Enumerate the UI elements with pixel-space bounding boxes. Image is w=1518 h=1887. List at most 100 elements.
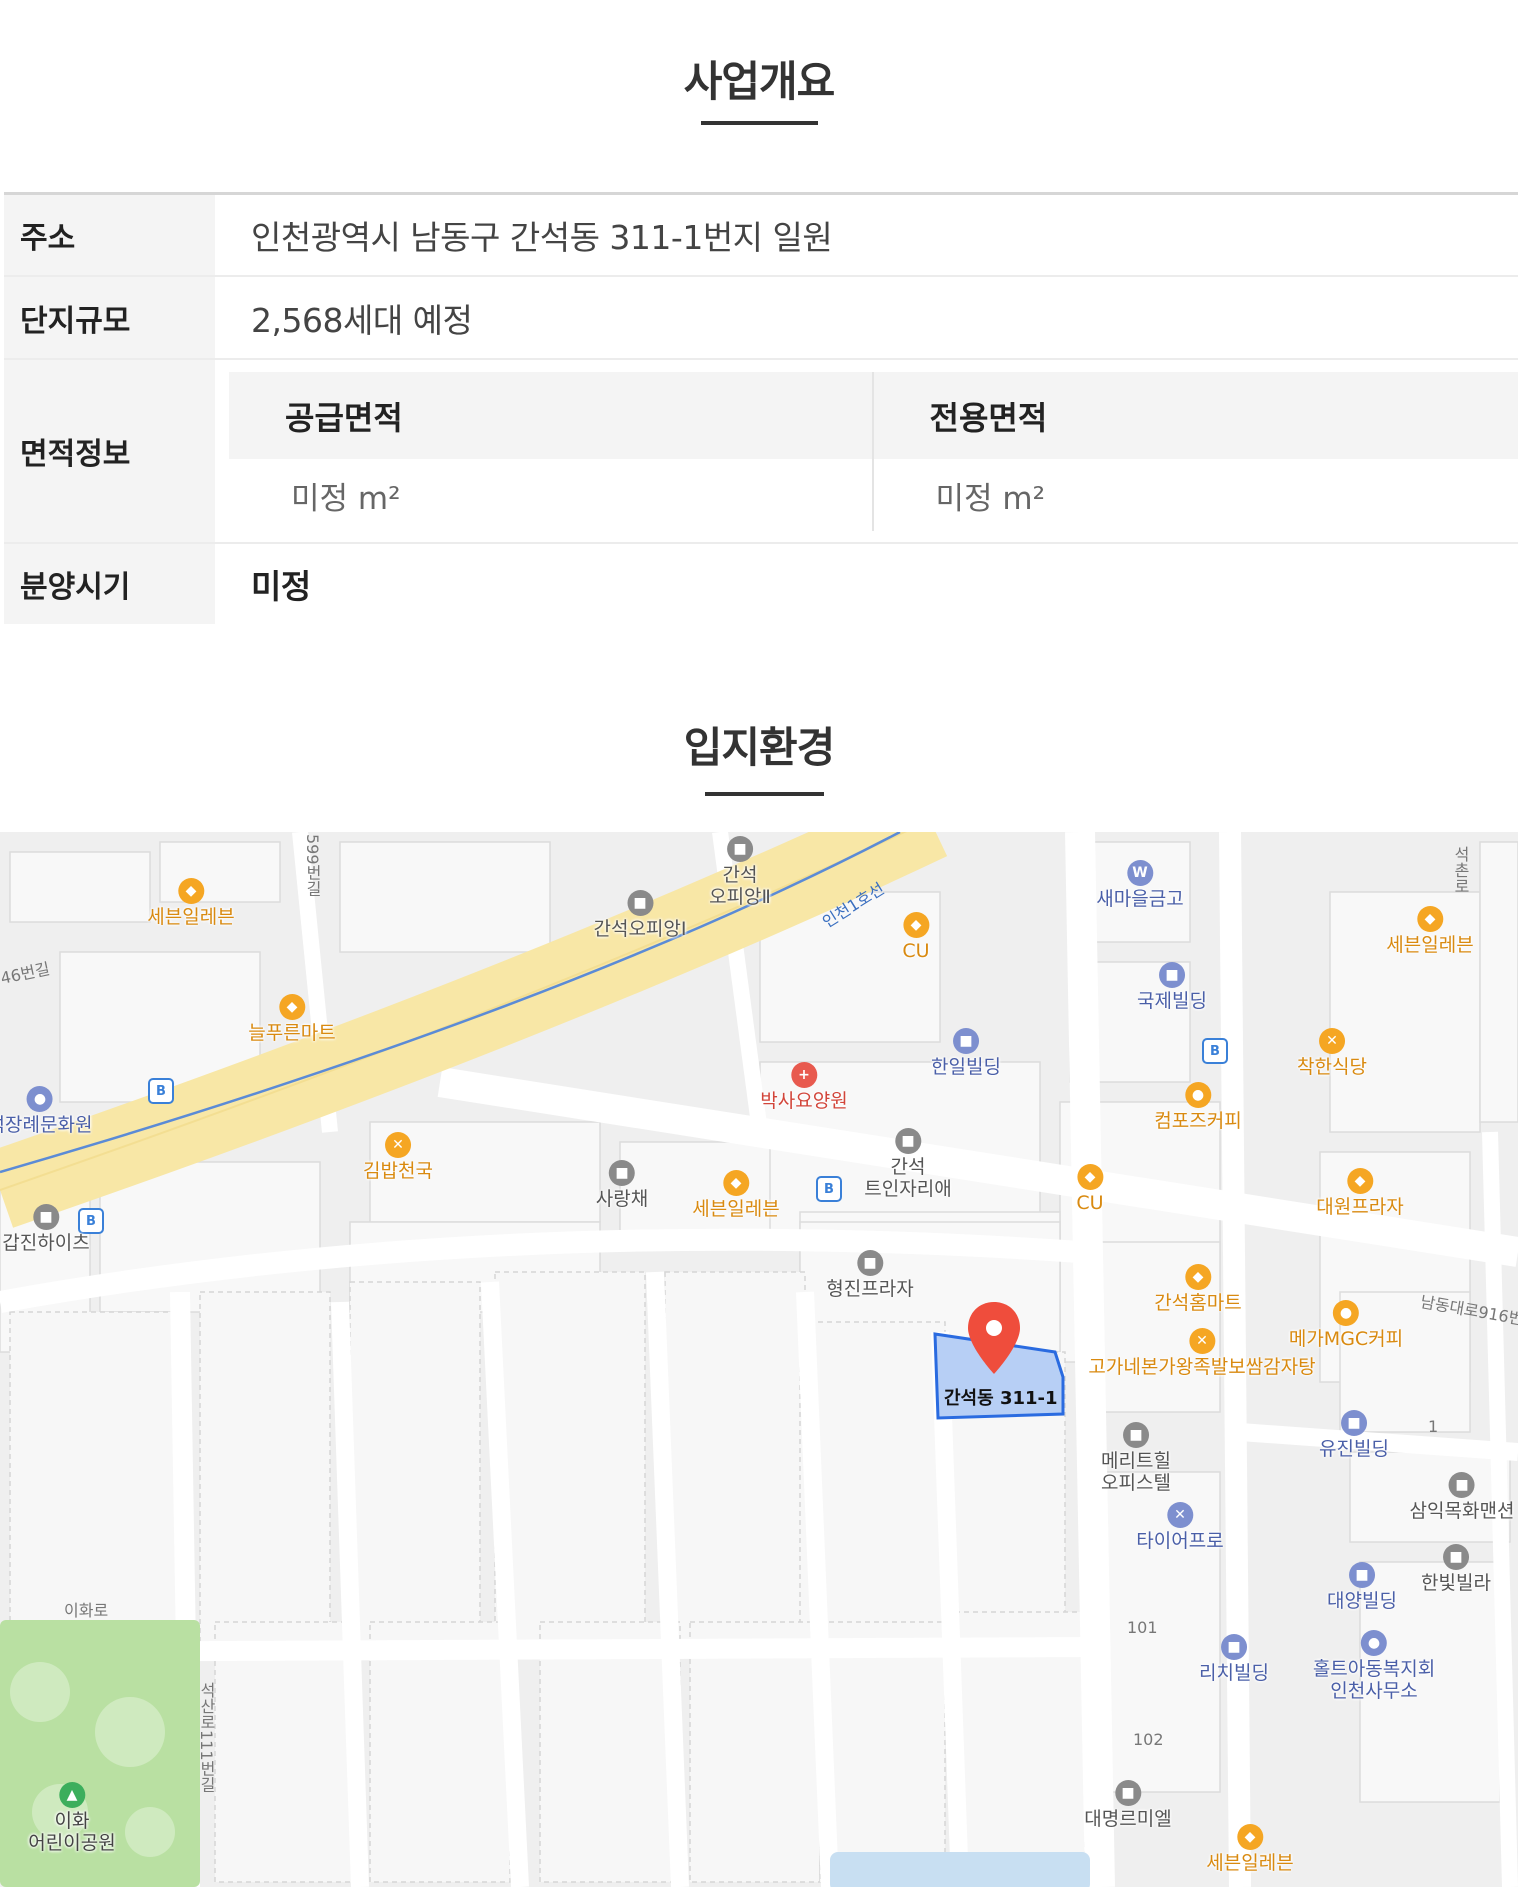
location-title: 입지환경 [683, 723, 836, 772]
restaurant-icon: ✕ [384, 1132, 411, 1158]
road-label-seokchon: 석촌로 [1451, 846, 1470, 894]
cart-icon: ◆ [1185, 1264, 1211, 1290]
building-icon: ■ [726, 836, 753, 862]
place-icon: ● [26, 1086, 53, 1112]
building-number-102: 102 [1133, 1730, 1164, 1749]
poi-building[interactable]: ■ 대양빌딩 [1327, 1562, 1397, 1612]
poi-bank[interactable]: W 새마을금고 [1096, 860, 1184, 910]
office-icon: ● [1361, 1630, 1387, 1656]
table-row-address: 주소 인천광역시 남동구 간석동 311-1번지 일원 [4, 195, 1518, 277]
building-number-1: 1 [1428, 1417, 1439, 1436]
area-info-grid: 공급면적 전용면적 미정 m² 미정 m² [215, 360, 1518, 542]
poi-mart[interactable]: ◆ 늘푸른마트 [248, 994, 336, 1044]
building-icon: ■ [1115, 1780, 1141, 1806]
table-row-area: 면적정보 공급면적 전용면적 미정 m² 미정 m² [4, 360, 1518, 544]
cart-icon: ◆ [1347, 1168, 1373, 1194]
store-icon: ◆ [1237, 1824, 1263, 1850]
table-row-scale: 단지규모 2,568세대 예정 [4, 277, 1518, 360]
poi-park[interactable]: ▲ 이화 어린이공원 [28, 1782, 116, 1854]
address-value: 인천광역시 남동구 간석동 311-1번지 일원 [251, 218, 833, 257]
tree-icon: ▲ [59, 1782, 85, 1808]
sale-period-value: 미정 [251, 567, 311, 606]
building-icon: ■ [895, 1128, 921, 1154]
poi-building[interactable]: ■ 유진빌딩 [1319, 1410, 1389, 1460]
road-label-seoksan111: 석산로111번길 [197, 1682, 216, 1793]
sale-period-label: 분양시기 [4, 544, 215, 624]
poi-mart[interactable]: ◆ 간석홈마트 [1154, 1264, 1242, 1314]
building-icon: ■ [1220, 1634, 1247, 1660]
hospital-icon: + [791, 1062, 817, 1088]
poi-building[interactable]: ■ 리치빌딩 [1199, 1634, 1269, 1684]
restaurant-icon: ✕ [1189, 1328, 1215, 1354]
poi-apartment[interactable]: ■ 갑진하이츠 [2, 1204, 90, 1254]
location-pin-icon[interactable] [965, 1300, 1023, 1376]
poi-mart[interactable]: ◆ 대원프라자 [1316, 1168, 1404, 1218]
poi-restaurant[interactable]: ✕ 김밥천국 [363, 1132, 433, 1182]
building-icon: ■ [626, 890, 653, 916]
table-row-sale-period: 분양시기 미정 [4, 544, 1518, 624]
building-icon: ■ [33, 1204, 59, 1230]
poi-apartment[interactable]: ■ 한빛빌라 [1421, 1544, 1491, 1594]
store-icon: ◆ [903, 912, 929, 938]
location-title-underline [705, 792, 824, 796]
poi-restaurant[interactable]: ✕ 고가네본가왕족발보쌈감자탕 [1088, 1328, 1316, 1378]
poi-restaurant[interactable]: ✕ 착한식당 [1297, 1028, 1367, 1078]
poi-cu[interactable]: ◆ CU [1076, 1164, 1104, 1214]
road-label-ihwa: 이화로 [64, 1601, 109, 1620]
cafe-icon: ● [1185, 1082, 1211, 1108]
location-map[interactable]: 46번길 599번길 인천1호선 석촌로 남동대로916번 이화로 석산로111… [0, 832, 1518, 1887]
building-number-101: 101 [1127, 1618, 1158, 1637]
poi-apartment[interactable]: ■ 삼익목화맨션 [1410, 1472, 1514, 1522]
poi-cu[interactable]: ◆ CU [902, 912, 930, 962]
cafe-icon: ● [1333, 1300, 1359, 1326]
poi-cafe[interactable]: ● 컴포즈커피 [1154, 1082, 1242, 1132]
poi-tire-shop[interactable]: ✕ 타이어프로 [1136, 1502, 1224, 1552]
poi-apartment[interactable]: ■ 사랑채 [596, 1160, 648, 1210]
bus-stop-icon[interactable]: B [1202, 1038, 1228, 1064]
poi-building[interactable]: ■ 한일빌딩 [931, 1028, 1001, 1078]
building-icon: ■ [608, 1160, 635, 1186]
poi-funeral-hall[interactable]: ●석장례문화원 [0, 1086, 92, 1136]
poi-cafe[interactable]: ● 메가MGC커피 [1289, 1300, 1403, 1350]
building-icon: ■ [1340, 1410, 1367, 1436]
poi-welfare-office[interactable]: ● 홀트아동복지회 인천사무소 [1313, 1630, 1435, 1702]
poi-apartment[interactable]: ■ 간석 트인자리애 [864, 1128, 952, 1200]
poi-seven-eleven[interactable]: ◆ 세븐일레븐 [692, 1170, 780, 1220]
overview-table: 주소 인천광역시 남동구 간석동 311-1번지 일원 단지규모 2,568세대… [4, 192, 1518, 624]
exclusive-area-value: 미정 m² [935, 480, 1046, 517]
building-icon: ■ [1158, 962, 1185, 988]
poi-seven-eleven[interactable]: ◆ 세븐일레븐 [1386, 906, 1474, 956]
store-icon: ◆ [1077, 1164, 1103, 1190]
supply-area-value: 미정 m² [229, 459, 874, 531]
poi-seven-eleven[interactable]: ◆ 세븐일레븐 [147, 878, 235, 928]
poi-apartment[interactable]: ■ 간석오피앙Ⅰ [593, 890, 687, 940]
poi-building[interactable]: ■ 국제빌딩 [1137, 962, 1207, 1012]
bus-stop-icon[interactable]: B [816, 1176, 842, 1202]
building-icon: ■ [1348, 1562, 1375, 1588]
store-icon: ◆ [723, 1170, 749, 1196]
restaurant-icon: ✕ [1318, 1028, 1345, 1054]
area-label: 면적정보 [4, 360, 215, 542]
cart-icon: ◆ [279, 994, 305, 1020]
poi-seven-eleven[interactable]: ◆ 세븐일레븐 [1206, 1824, 1294, 1874]
poi-apartment[interactable]: ■ 대명르미엘 [1084, 1780, 1172, 1830]
bus-stop-icon[interactable]: B [148, 1078, 174, 1104]
overview-title: 사업개요 [683, 57, 836, 106]
building-icon: ■ [1442, 1544, 1469, 1570]
building-icon: ■ [952, 1028, 979, 1054]
supply-area-header: 공급면적 [229, 372, 874, 459]
area-header-row: 공급면적 전용면적 [229, 372, 1518, 459]
building-icon: ■ [1122, 1422, 1149, 1448]
exclusive-area-header: 전용면적 [929, 398, 1048, 437]
scale-label: 단지규모 [4, 277, 215, 358]
building-icon: ■ [857, 1250, 883, 1276]
store-icon: ◆ [178, 878, 204, 904]
poi-officetel[interactable]: ■ 메리트힐 오피스텔 [1101, 1422, 1171, 1494]
poi-apartment[interactable]: ■ 간석 오피앙Ⅱ [709, 836, 771, 908]
target-parcel-label: 간석동 311-1 [944, 1388, 1058, 1409]
poi-nursing-home[interactable]: + 박사요양원 [760, 1062, 848, 1112]
poi-apartment[interactable]: ■ 형진프라자 [826, 1250, 914, 1300]
area-value-row: 미정 m² 미정 m² [229, 459, 1518, 531]
road-label-599: 599번길 [303, 834, 322, 897]
store-icon: ◆ [1417, 906, 1443, 932]
